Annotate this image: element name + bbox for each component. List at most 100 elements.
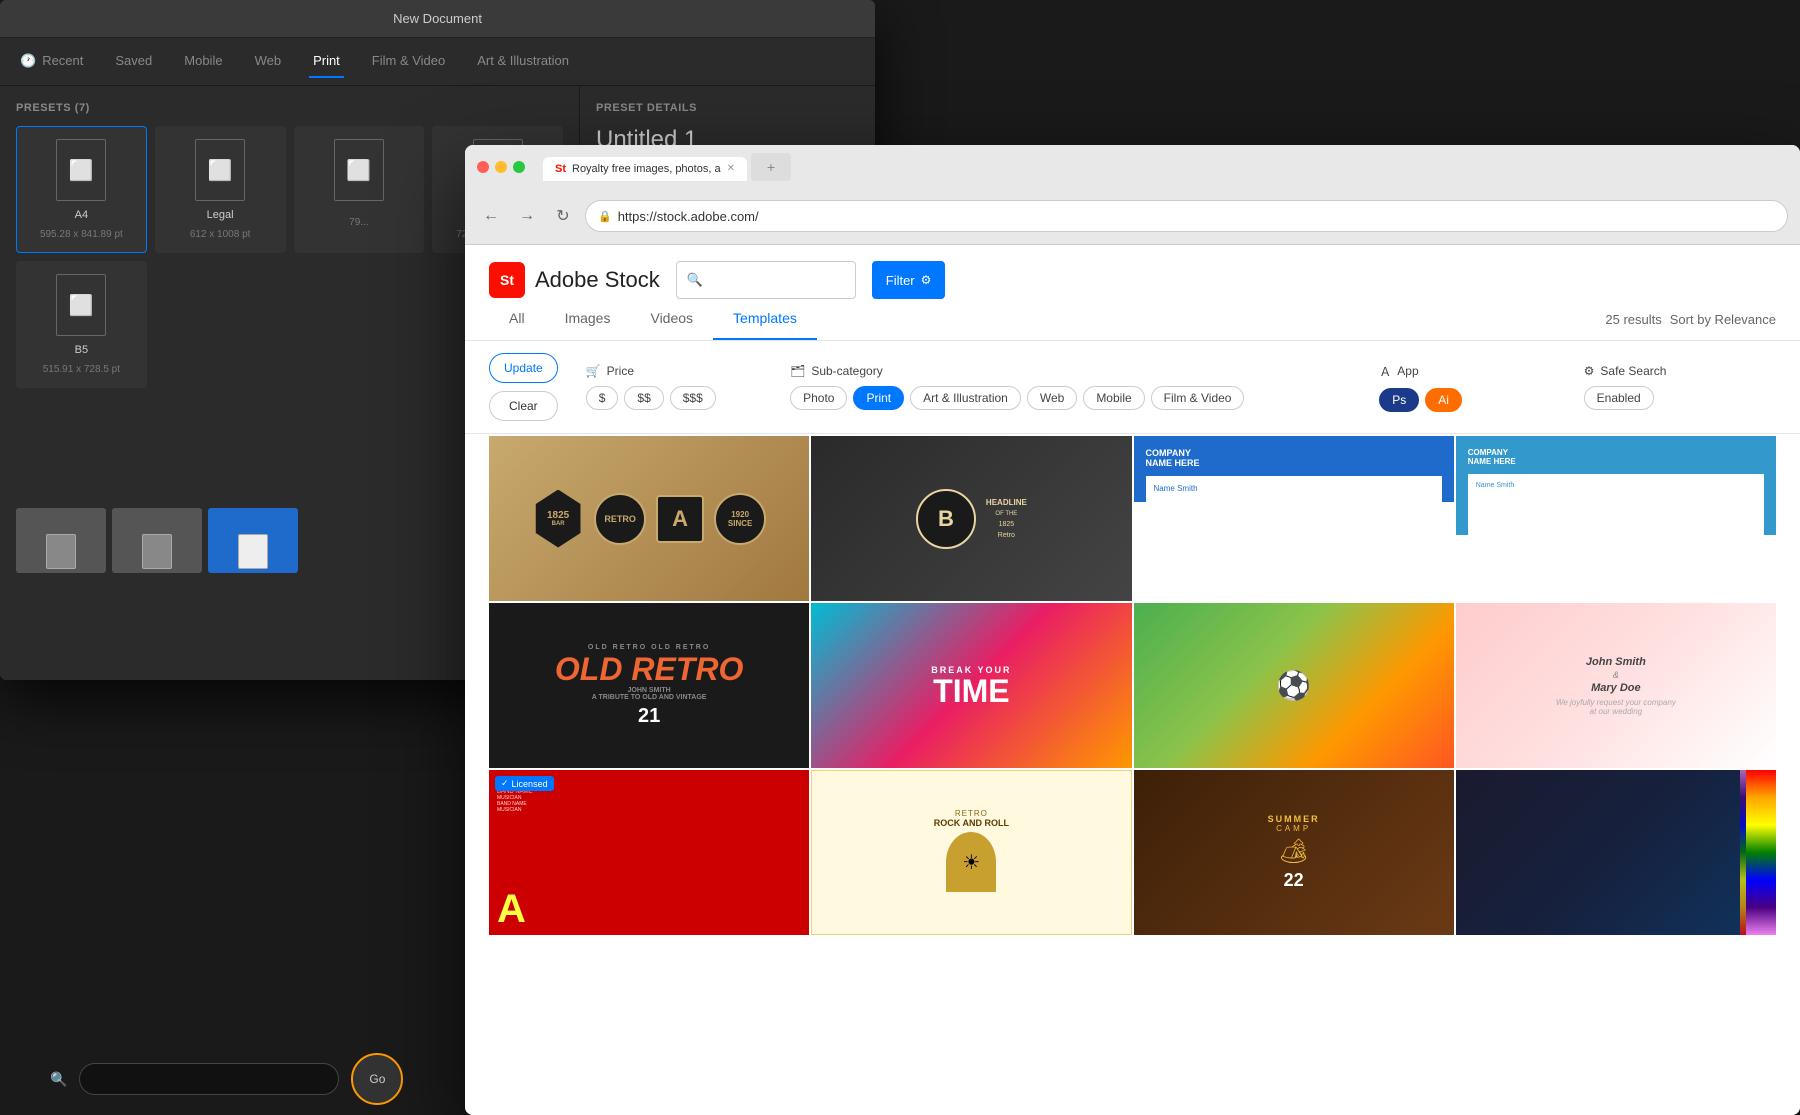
tab-recent[interactable]: 🕐 Recent	[16, 45, 87, 79]
live-music-image-wrapper: ✓ Licensed LIVE MUSIC BAND NAME MUSICIAN…	[489, 770, 809, 935]
tab-web[interactable]: Web	[251, 45, 286, 78]
tab-print[interactable]: Print	[309, 45, 344, 78]
preset-3[interactable]: ⬜ 79...	[294, 126, 425, 253]
preset-legal[interactable]: ⬜ Legal 612 x 1008 pt	[155, 126, 286, 253]
preset-b5[interactable]: ⬜ B5 515.91 x 728.5 pt	[16, 261, 147, 388]
preset-icon: ⬜	[195, 139, 245, 201]
grid-item-12[interactable]	[1456, 770, 1776, 935]
subcategory-label: 🗂 Sub-category	[790, 364, 1367, 378]
search-icon: 🔍	[687, 272, 703, 288]
chip-photo[interactable]: Photo	[790, 386, 847, 410]
tab-mobile[interactable]: Mobile	[180, 45, 226, 78]
app-icon: Ａ	[1379, 363, 1391, 380]
filter-icon: ⚙	[921, 273, 932, 287]
safe-search-label: ⚙ Safe Search	[1584, 364, 1776, 378]
tab-art[interactable]: Art & Illustration	[473, 45, 573, 78]
update-button[interactable]: Update	[489, 353, 558, 383]
grid-item-9[interactable]: ✓ Licensed LIVE MUSIC BAND NAME MUSICIAN…	[489, 770, 809, 935]
vintage-gold-image: 1825BAR RETRO A 1920SINCE	[489, 436, 809, 601]
search-icon: 🔍	[50, 1071, 67, 1088]
stock-search-box[interactable]: 🔍	[676, 261, 856, 299]
grid-item-6[interactable]: BREAK YOUR TIME	[811, 603, 1131, 768]
thumbnail-3[interactable]	[208, 508, 298, 573]
safe-search-section: ⚙ Safe Search Enabled	[1584, 364, 1776, 410]
back-button[interactable]: ←	[477, 202, 505, 230]
price-chip-2[interactable]: $$	[624, 386, 663, 410]
chip-art[interactable]: Art & Illustration	[910, 386, 1021, 410]
chip-enabled[interactable]: Enabled	[1584, 386, 1654, 410]
price-filter-section: 🛒 Price $ $$ $$$	[586, 364, 778, 410]
price-chip-1[interactable]: $	[586, 386, 619, 410]
rainbow-art-image	[1456, 770, 1776, 935]
summer-sport-image: ⚽	[1134, 603, 1454, 768]
retro-poster-image: OLD RETRO OLD RETRO OLD RETRO JOHN SMITH…	[489, 603, 809, 768]
go-button[interactable]: Go	[351, 1053, 403, 1105]
preset-a4[interactable]: ⬜ A4 595.28 x 841.89 pt	[16, 126, 147, 253]
app-chips: Ps Ai	[1379, 388, 1571, 412]
stock-logo-icon: St	[489, 262, 525, 298]
adobe-stock-logo: St Adobe Stock	[489, 262, 660, 298]
preset-icon: ⬜	[334, 139, 384, 201]
chip-web[interactable]: Web	[1027, 386, 1077, 410]
app-label: Ａ App	[1379, 363, 1571, 380]
browser-chrome: St Royalty free images, photos, a ✕ + ← …	[465, 145, 1800, 245]
dialog-title: New Document	[393, 11, 482, 26]
tab-title: Royalty free images, photos, a	[572, 163, 721, 175]
chip-print[interactable]: Print	[853, 386, 904, 410]
thumbnail-2[interactable]	[112, 508, 202, 573]
dark-badge-image: B HEADLINE OF THE 1825 Retro	[811, 436, 1131, 601]
forward-button[interactable]: →	[513, 202, 541, 230]
grid-item-8[interactable]: John Smith & Mary Doe We joyfully reques…	[1456, 603, 1776, 768]
recent-icon: 🕐	[20, 53, 36, 69]
chip-illustrator[interactable]: Ai	[1425, 388, 1462, 412]
price-chips: $ $$ $$$	[586, 386, 778, 410]
grid-item-5[interactable]: OLD RETRO OLD RETRO OLD RETRO JOHN SMITH…	[489, 603, 809, 768]
grid-item-4[interactable]: COMPANYNAME HERE Name Smith	[1456, 436, 1776, 601]
grid-item-2[interactable]: B HEADLINE OF THE 1825 Retro	[811, 436, 1131, 601]
presets-header: PRESETS (7)	[16, 102, 563, 114]
stock-content: St Adobe Stock 🔍 Filter ⚙ All Images Vid…	[465, 245, 1800, 1115]
clear-button[interactable]: Clear	[489, 391, 558, 421]
stock-nav-tabs: All Images Videos Templates 25 results S…	[465, 298, 1800, 341]
price-label: 🛒 Price	[586, 364, 778, 378]
new-tab-button[interactable]: +	[751, 153, 791, 181]
price-chip-3[interactable]: $$$	[670, 386, 716, 410]
filter-button[interactable]: Filter ⚙	[872, 261, 946, 299]
colorful-time-image: BREAK YOUR TIME	[811, 603, 1131, 768]
nav-templates[interactable]: Templates	[713, 298, 817, 340]
grid-item-11[interactable]: SUMMER CAMP 🏕 22	[1134, 770, 1454, 935]
document-type-tabs: 🕐 Recent Saved Mobile Web Print Film & V…	[0, 38, 875, 86]
tab-favicon: St	[555, 163, 566, 175]
cart-icon: 🛒	[586, 364, 601, 378]
grid-item-1[interactable]: 1825BAR RETRO A 1920SINCE	[489, 436, 809, 601]
nav-videos[interactable]: Videos	[630, 298, 713, 340]
minimize-button[interactable]	[495, 161, 507, 173]
close-button[interactable]	[477, 161, 489, 173]
letterhead-sky-image: COMPANYNAME HERE Name Smith	[1456, 436, 1776, 601]
refresh-button[interactable]: ↻	[549, 202, 577, 230]
browser-window: St Royalty free images, photos, a ✕ + ← …	[465, 145, 1800, 1115]
grid-item-3[interactable]: COMPANYNAME HERE Name Smith	[1134, 436, 1454, 601]
chip-film[interactable]: Film & Video	[1151, 386, 1245, 410]
grid-item-7[interactable]: ⚽	[1134, 603, 1454, 768]
nav-images[interactable]: Images	[545, 298, 631, 340]
tab-close-button[interactable]: ✕	[727, 163, 735, 174]
active-browser-tab[interactable]: St Royalty free images, photos, a ✕	[543, 157, 747, 181]
sort-label[interactable]: Sort by Relevance	[1670, 312, 1776, 327]
preset-icon: ⬜	[56, 139, 106, 201]
tab-film-video[interactable]: Film & Video	[368, 45, 449, 78]
image-grid: 1825BAR RETRO A 1920SINCE B HEADLINE OF …	[465, 434, 1800, 937]
thumbnail-1[interactable]	[16, 508, 106, 573]
grid-item-10[interactable]: RETRO ROCK AND ROLL ☀	[811, 770, 1131, 935]
nav-all[interactable]: All	[489, 298, 545, 340]
maximize-button[interactable]	[513, 161, 525, 173]
address-bar[interactable]: 🔒 https://stock.adobe.com/	[585, 200, 1788, 232]
lock-icon: 🔒	[598, 210, 612, 223]
chip-photoshop[interactable]: Ps	[1379, 388, 1419, 412]
tab-saved[interactable]: Saved	[111, 45, 156, 78]
category-chips: Photo Print Art & Illustration Web Mobil…	[790, 386, 1367, 410]
subcategory-icon: 🗂	[790, 364, 805, 378]
stock-header: St Adobe Stock 🔍 Filter ⚙	[465, 245, 1800, 299]
chip-mobile[interactable]: Mobile	[1083, 386, 1144, 410]
live-music-image: LIVE MUSIC BAND NAME MUSICIAN BAND NAME …	[489, 770, 809, 935]
